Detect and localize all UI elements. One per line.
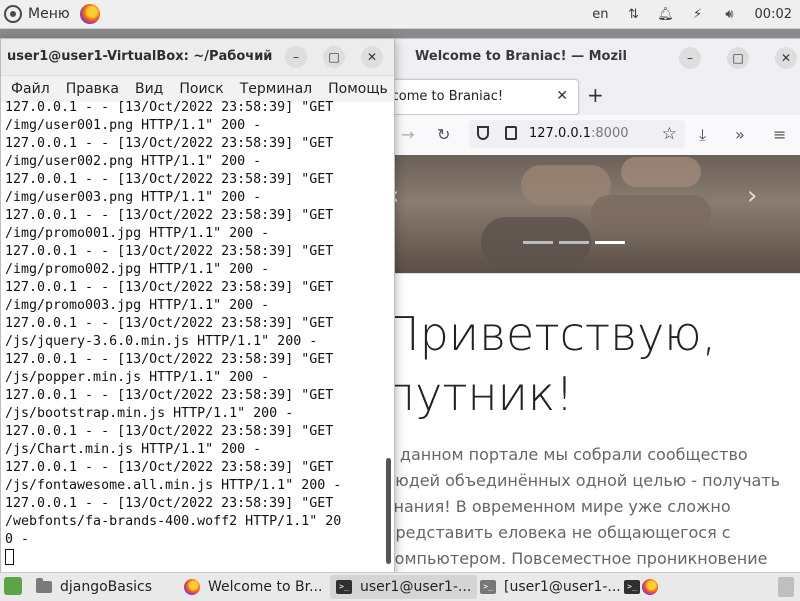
terminal-window: user1@user1-VirtualBox: ~/Рабочий стол –…: [0, 38, 395, 574]
carousel-indicator[interactable]: [523, 241, 553, 244]
tab-close-icon[interactable]: ✕: [556, 88, 568, 104]
notification-bell-icon[interactable]: 🔔︎: [657, 7, 674, 22]
tab-label: lcome to Braniac!: [388, 89, 504, 104]
terminal-line: /js/fontawesome.all.min.js HTTP/1.1" 200…: [5, 478, 342, 493]
carousel-indicator[interactable]: [559, 241, 589, 244]
terminal-line: 127.0.0.1 - - [13/Oct/2022 23:58:39] "GE…: [5, 280, 334, 295]
terminal-line: 127.0.0.1 - - [13/Oct/2022 23:58:39] "GE…: [5, 388, 334, 403]
terminal-line: 127.0.0.1 - - [13/Oct/2022 23:58:39] "GE…: [5, 208, 334, 223]
terminal-line: 127.0.0.1 - - [13/Oct/2022 23:58:39] "GE…: [5, 316, 334, 331]
welcome-card: Приветствую, путник! а данном портале мы…: [381, 273, 800, 573]
system-tray: en ⇅ 🔔︎ ⚡︎ 🔊︎ 00:02: [592, 0, 792, 28]
firefox-tabstrip: lcome to Braniac! ✕ +: [381, 77, 800, 115]
firefox-window: Welcome to Braniac! — Mozil – □ ✕ lcome …: [380, 38, 800, 574]
maximize-icon[interactable]: □: [727, 47, 749, 69]
terminal-line: 127.0.0.1 - - [13/Oct/2022 23:58:39] "GE…: [5, 352, 334, 367]
carousel-next-icon[interactable]: ›: [747, 181, 757, 211]
minimize-icon[interactable]: –: [679, 47, 701, 69]
terminal-line: /img/promo003.jpg HTTP/1.1" 200 -: [5, 298, 270, 313]
intro-paragraph: а данном портале мы собрали сообщество л…: [385, 445, 781, 568]
terminal-line: /img/user002.png HTTP/1.1" 200 -: [5, 154, 262, 169]
maximize-icon[interactable]: □: [323, 46, 345, 68]
workspace-preview[interactable]: >_: [624, 575, 658, 599]
taskbar-item-label: [user1@user1-...: [504, 579, 621, 595]
terminal-line: 127.0.0.1 - - [13/Oct/2022 23:58:39] "GE…: [5, 460, 334, 475]
terminal-icon: >_: [624, 580, 640, 594]
terminal-output[interactable]: 127.0.0.1 - - [13/Oct/2022 23:58:39] "GE…: [1, 99, 394, 573]
close-icon[interactable]: ✕: [775, 47, 797, 69]
carousel-indicators: [523, 241, 625, 244]
close-icon[interactable]: ✕: [361, 46, 383, 68]
hamburger-menu-icon[interactable]: ≡: [773, 125, 786, 144]
page-content: ‹ › Приветствую, путник! а данном портал…: [381, 155, 800, 573]
firefox-launcher-icon[interactable]: [80, 4, 100, 24]
bottom-panel: djangoBasics Welcome to Br... >_ user1@u…: [0, 572, 800, 601]
terminal-line: /img/promo001.jpg HTTP/1.1" 200 -: [5, 226, 270, 241]
firefox-icon: [642, 579, 658, 595]
terminal-title: user1@user1-VirtualBox: ~/Рабочий стол: [7, 49, 277, 64]
minimize-icon[interactable]: –: [285, 46, 307, 68]
network-icon[interactable]: ⇅: [627, 7, 641, 22]
menu-logo-icon: [4, 5, 22, 23]
carousel-indicator-active[interactable]: [595, 241, 625, 244]
taskbar-item-label: Welcome to Br...: [208, 579, 323, 595]
terminal-titlebar[interactable]: user1@user1-VirtualBox: ~/Рабочий стол –…: [1, 39, 394, 76]
terminal-line: /js/popper.min.js HTTP/1.1" 200 -: [5, 370, 270, 385]
url-text: 127.0.0.1:8000: [529, 126, 629, 141]
page-info-icon[interactable]: [505, 126, 517, 140]
terminal-line: 127.0.0.1 - - [13/Oct/2022 23:58:39] "GE…: [5, 244, 334, 259]
taskbar-item-terminal-2[interactable]: >_ [user1@user1-...: [480, 575, 621, 599]
terminal-line: /img/user001.png HTTP/1.1" 200 -: [5, 118, 262, 133]
taskbar-item-label: djangoBasics: [60, 579, 153, 595]
terminal-log: 127.0.0.1 - - [13/Oct/2022 23:58:39] "GE…: [5, 99, 341, 567]
taskbar-item-firefox[interactable]: Welcome to Br...: [184, 575, 322, 599]
page-heading: Приветствую, путник!: [385, 307, 717, 421]
firefox-window-title: Welcome to Braniac! — Mozil: [415, 49, 627, 64]
new-tab-icon[interactable]: +: [587, 83, 604, 107]
firefox-navbar: → ↻ 127.0.0.1:8000 ☆ ⤓ » ≡: [381, 115, 800, 156]
trash-icon[interactable]: [778, 577, 794, 597]
terminal-line: 127.0.0.1 - - [13/Oct/2022 23:58:39] "GE…: [5, 136, 334, 151]
volume-icon[interactable]: 🔊︎: [723, 7, 737, 22]
taskbar-item-label: user1@user1-...: [360, 579, 472, 595]
terminal-icon: >_: [480, 580, 496, 594]
show-desktop-icon[interactable]: [4, 577, 22, 595]
terminal-line: /js/Chart.min.js HTTP/1.1" 200 -: [5, 442, 262, 457]
folder-icon: [36, 578, 52, 593]
downloads-icon[interactable]: ⤓: [699, 125, 706, 145]
terminal-line: 127.0.0.1 - - [13/Oct/2022 23:58:39] "GE…: [5, 424, 334, 439]
url-bar[interactable]: 127.0.0.1:8000 ☆: [469, 120, 685, 148]
terminal-icon: >_: [336, 580, 352, 594]
terminal-line: /js/jquery-3.6.0.min.js HTTP/1.1" 200 -: [5, 334, 318, 349]
terminal-line: 127.0.0.1 - - [13/Oct/2022 23:58:39] "GE…: [5, 100, 334, 115]
menu-label: Меню: [28, 6, 70, 22]
firefox-icon: [184, 579, 200, 595]
terminal-line: 0 -: [5, 532, 30, 547]
keyboard-layout[interactable]: en: [592, 7, 608, 22]
terminal-cursor: [5, 549, 14, 565]
carousel-image: ‹ ›: [381, 155, 800, 273]
tab-welcome[interactable]: lcome to Braniac! ✕: [381, 79, 579, 115]
terminal-line: 127.0.0.1 - - [13/Oct/2022 23:58:39] "GE…: [5, 496, 334, 511]
firefox-titlebar[interactable]: Welcome to Braniac! — Mozil – □ ✕: [381, 39, 800, 77]
terminal-line: /webfonts/fa-brands-400.woff2 HTTP/1.1" …: [5, 514, 342, 529]
clock[interactable]: 00:02: [755, 7, 792, 22]
terminal-line: /js/bootstrap.min.js HTTP/1.1" 200 -: [5, 406, 294, 421]
terminal-line: /img/user003.png HTTP/1.1" 200 -: [5, 190, 262, 205]
terminal-line: /img/promo002.jpg HTTP/1.1" 200 -: [5, 262, 270, 277]
bookmark-star-icon[interactable]: ☆: [662, 124, 677, 144]
reload-icon[interactable]: ↻: [437, 125, 450, 144]
terminal-prompt[interactable]: [5, 549, 341, 567]
overflow-chevron-icon[interactable]: »: [735, 125, 745, 144]
top-panel: Меню en ⇅ 🔔︎ ⚡︎ 🔊︎ 00:02: [0, 0, 800, 29]
tracking-shield-icon[interactable]: [477, 126, 489, 140]
terminal-scrollbar[interactable]: [386, 458, 391, 564]
power-icon[interactable]: ⚡︎: [691, 7, 705, 22]
forward-icon[interactable]: →: [401, 125, 414, 144]
taskbar-item-terminal[interactable]: >_ user1@user1-...: [330, 575, 478, 599]
main-menu-button[interactable]: Меню: [4, 3, 70, 25]
taskbar-item-files[interactable]: djangoBasics: [36, 575, 152, 599]
terminal-line: 127.0.0.1 - - [13/Oct/2022 23:58:39] "GE…: [5, 172, 334, 187]
